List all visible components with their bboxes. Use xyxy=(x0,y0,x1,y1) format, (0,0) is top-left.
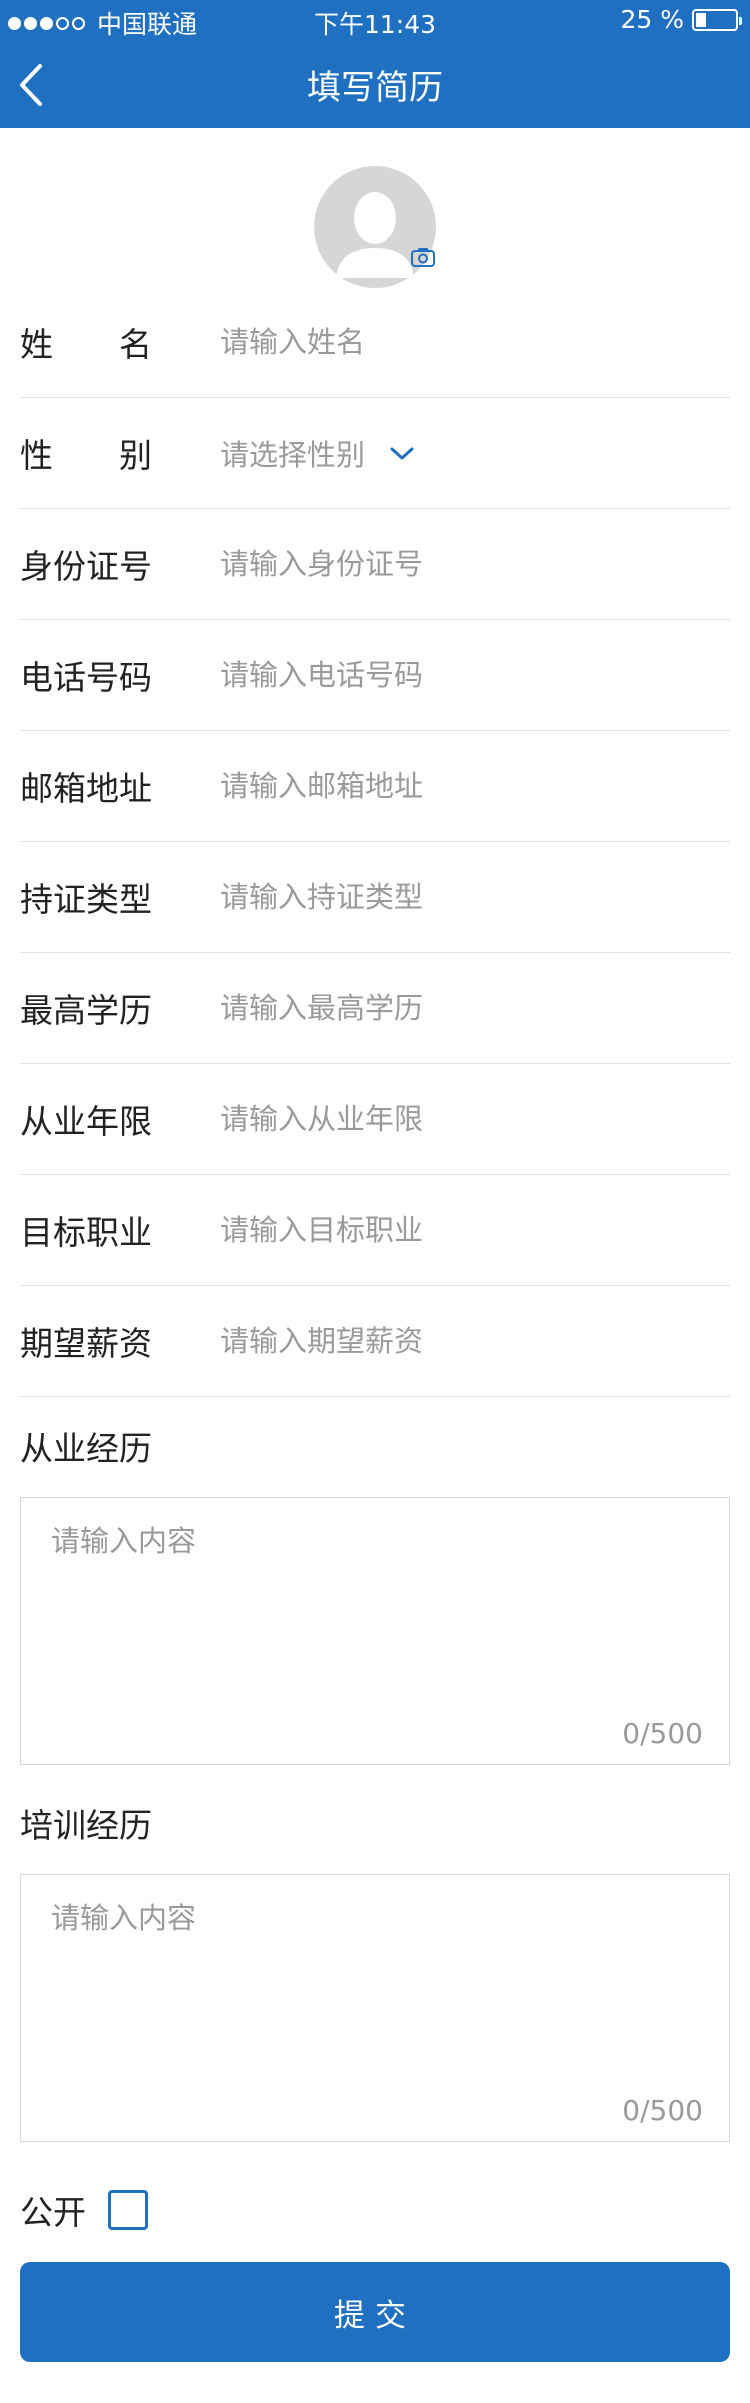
salary-field-row: 期望薪资 xyxy=(20,1286,730,1397)
id-number-label: 身份证号 xyxy=(20,547,152,586)
public-checkbox[interactable] xyxy=(108,2190,148,2230)
camera-icon[interactable] xyxy=(410,246,436,268)
email-label: 邮箱地址 xyxy=(20,769,152,808)
phone-field-row: 电话号码 xyxy=(20,620,730,731)
work-experience-counter: 0/500 xyxy=(622,1717,703,1750)
phone-input[interactable] xyxy=(220,620,720,730)
id-number-input[interactable] xyxy=(220,509,720,619)
training-experience-label: 培训经历 xyxy=(20,1806,152,1845)
nav-bar: 填写简历 xyxy=(0,40,750,128)
training-experience-textarea[interactable] xyxy=(51,1895,701,2075)
user-silhouette-icon xyxy=(336,192,414,278)
certificate-field-row: 持证类型 xyxy=(20,842,730,953)
salary-label: 期望薪资 xyxy=(20,1324,152,1363)
name-label: 姓名 xyxy=(20,325,152,364)
years-field-row: 从业年限 xyxy=(20,1064,730,1175)
target-job-input[interactable] xyxy=(220,1175,720,1285)
training-experience-counter: 0/500 xyxy=(622,2094,703,2127)
status-right: 25 % xyxy=(620,5,742,34)
status-bar: 中国联通 下午11:43 25 % xyxy=(0,0,750,40)
gender-label: 性别 xyxy=(20,436,152,475)
battery-percent: 25 % xyxy=(620,5,684,34)
education-input[interactable] xyxy=(220,953,720,1063)
phone-label: 电话号码 xyxy=(20,658,152,697)
id-number-field-row: 身份证号 xyxy=(20,509,730,620)
public-label: 公开 xyxy=(20,2193,86,2232)
certificate-input[interactable] xyxy=(220,842,720,952)
target-job-label: 目标职业 xyxy=(20,1213,152,1252)
education-field-row: 最高学历 xyxy=(20,953,730,1064)
training-experience-box: 0/500 xyxy=(20,1874,730,2142)
years-label: 从业年限 xyxy=(20,1102,152,1141)
education-label: 最高学历 xyxy=(20,991,152,1030)
work-experience-label: 从业经历 xyxy=(20,1429,152,1468)
work-experience-box: 0/500 xyxy=(20,1497,730,1765)
battery-icon xyxy=(692,8,742,31)
chevron-down-icon xyxy=(390,447,414,460)
salary-input[interactable] xyxy=(220,1286,720,1396)
public-option: 公开 xyxy=(20,2180,148,2240)
name-field-row: 姓名 xyxy=(20,287,730,398)
gender-field-row: 性别 请选择性别 xyxy=(20,398,730,509)
gender-select[interactable]: 请选择性别 xyxy=(220,398,415,508)
name-input[interactable] xyxy=(220,287,720,397)
target-job-field-row: 目标职业 xyxy=(20,1175,730,1286)
work-experience-textarea[interactable] xyxy=(51,1518,701,1698)
avatar-upload[interactable] xyxy=(314,166,436,288)
certificate-label: 持证类型 xyxy=(20,880,152,919)
gender-placeholder: 请选择性别 xyxy=(220,438,366,472)
years-input[interactable] xyxy=(220,1064,720,1174)
email-field-row: 邮箱地址 xyxy=(20,731,730,842)
submit-button[interactable]: 提交 xyxy=(20,2262,730,2362)
email-input[interactable] xyxy=(220,731,720,841)
page-title: 填写简历 xyxy=(307,68,443,108)
